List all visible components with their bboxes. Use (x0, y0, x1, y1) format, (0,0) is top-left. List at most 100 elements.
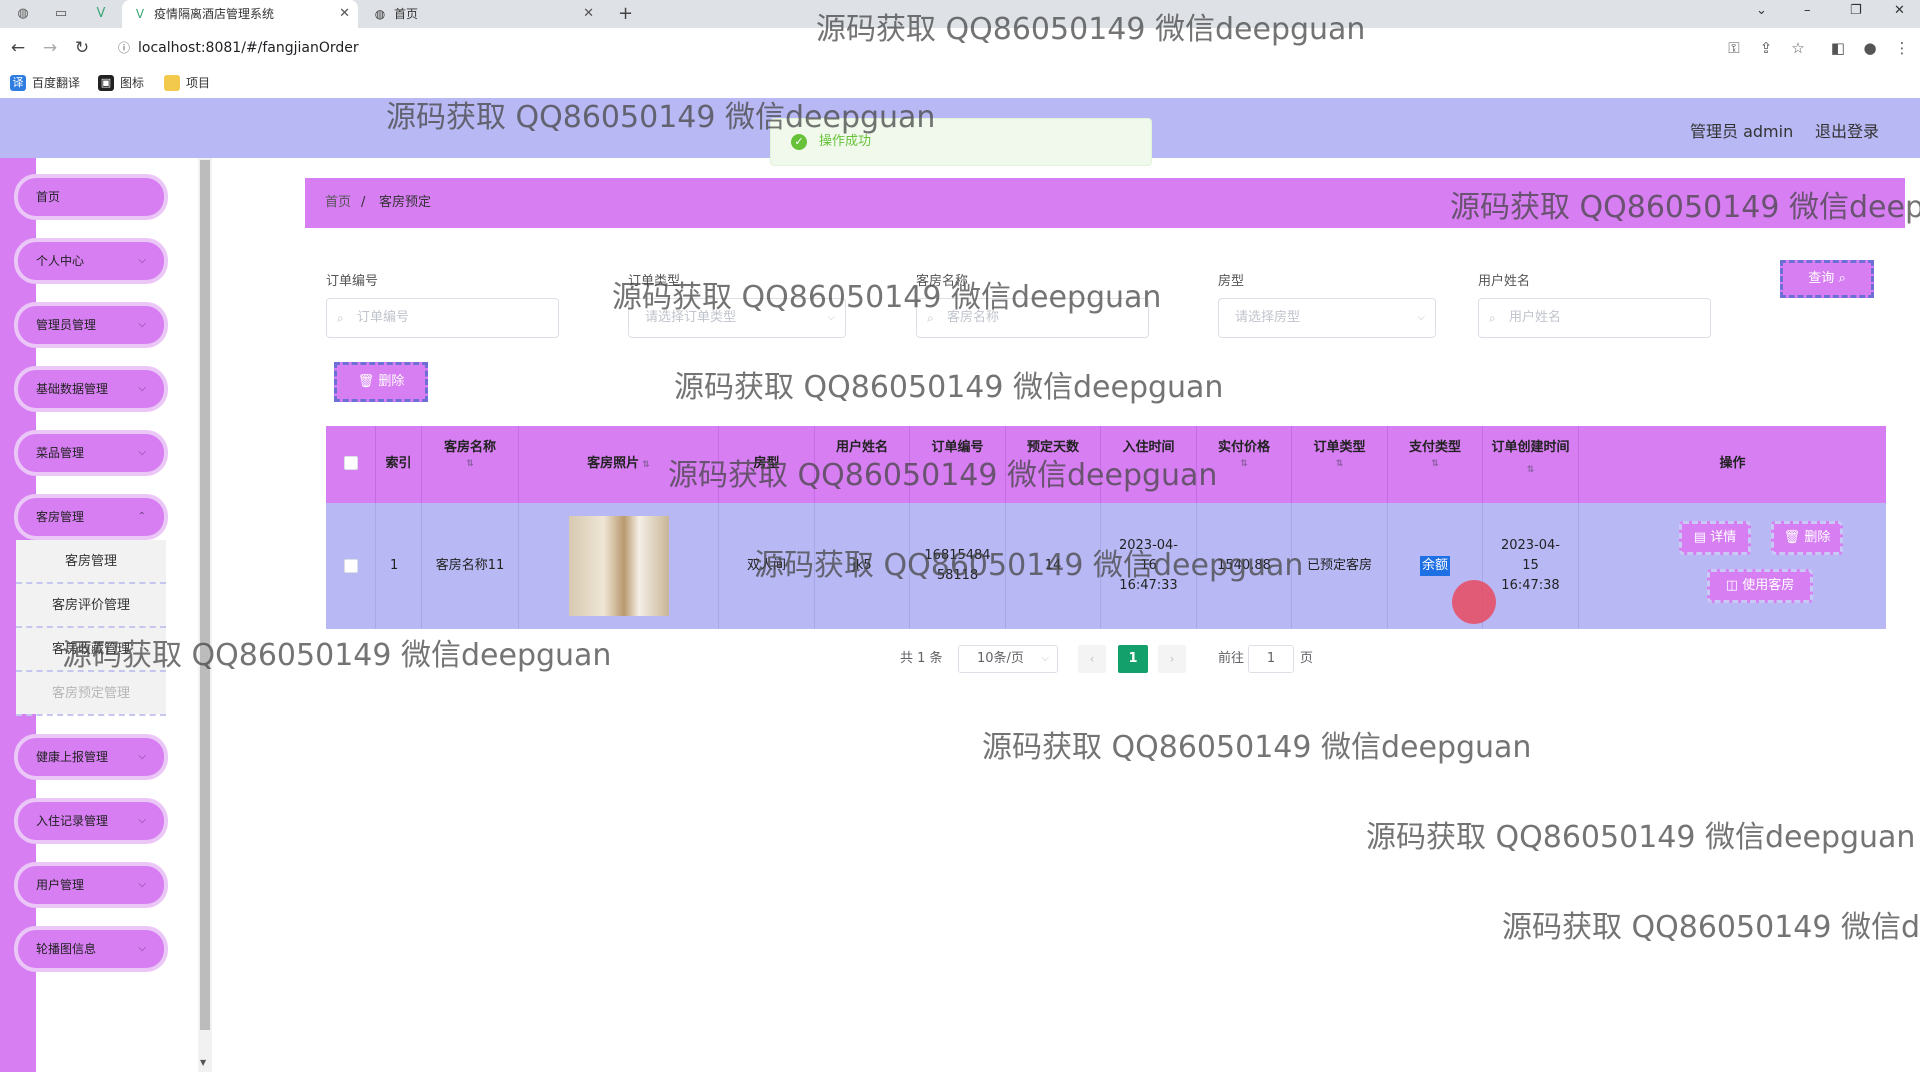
batch-delete-button[interactable]: 🗑︎ 删除 (334, 362, 428, 402)
order-no-input[interactable]: ⌕ 订单编号 (326, 298, 559, 338)
sort-icon[interactable]: ⇅ (1527, 465, 1535, 475)
key-icon[interactable]: ⚿ (1724, 38, 1744, 58)
bookmark-item[interactable]: 项目 (164, 74, 210, 92)
logout-link[interactable]: 退出登录 (1815, 118, 1879, 142)
column-header[interactable]: 订单创建时间 ⇅ (1483, 426, 1579, 503)
use-room-button[interactable]: ◫ 使用客房 (1707, 569, 1813, 603)
room-name-cell: 客房名称11 (422, 503, 519, 629)
user-name-input[interactable]: ⌕ 用户姓名 (1478, 298, 1711, 338)
scroll-down-icon[interactable]: ▼ (200, 1058, 206, 1067)
search-icon: ⌕ (1838, 271, 1846, 286)
sort-icon[interactable]: ⇅ (422, 458, 518, 470)
browser-tab[interactable]: ◍ 首页 ✕ (362, 0, 602, 28)
bookmark-item[interactable]: ▣ 图标 (98, 74, 144, 92)
back-icon[interactable]: ← (6, 36, 30, 60)
prev-page-button[interactable]: ‹ (1078, 645, 1106, 673)
sidebar-item-health[interactable]: 健康上报管理 ⌵ (18, 738, 164, 776)
column-header[interactable]: 支付类型 ⇅ (1388, 426, 1483, 503)
star-icon[interactable]: ☆ (1788, 38, 1808, 58)
goto-prefix: 前往 (1218, 651, 1245, 666)
close-window-icon[interactable]: ✕ (1894, 0, 1905, 22)
sidepanel-icon[interactable]: ◧ (1828, 38, 1848, 58)
site-info-icon[interactable]: ⓘ (118, 34, 130, 62)
index-cell: 1 (376, 503, 422, 629)
column-header[interactable]: 房型 (719, 426, 815, 503)
column-header[interactable]: 客房名称 ⇅ (422, 426, 519, 503)
submenu-item-rooms[interactable]: 客房管理 (16, 540, 166, 584)
profile-icon[interactable]: ● (1860, 38, 1880, 58)
chevron-down-icon: ⌵ (138, 943, 146, 954)
watermark: 源码获取 QQ86050149 微信deepguan (1366, 820, 1916, 855)
column-header[interactable]: 订单类型 ⇅ (1292, 426, 1388, 503)
chevron-up-icon: ⌃ (137, 511, 146, 522)
bookmark-item[interactable]: 译 百度翻译 (10, 74, 80, 92)
submenu-item-room-reviews[interactable]: 客房评价管理 (16, 584, 166, 628)
browser-tab-active[interactable]: V 疫情隔离酒店管理系统 ✕ (122, 0, 358, 28)
rooms-submenu: 客房管理 客房评价管理 客房收藏管理 客房预定管理 (16, 540, 166, 716)
room-photo[interactable] (568, 516, 669, 616)
sidebar-item-carousel[interactable]: 轮播图信息 ⌵ (18, 930, 164, 968)
sort-icon[interactable]: ⇅ (1292, 458, 1387, 470)
success-toast: ✓ 操作成功 (770, 118, 1152, 166)
room-name-input[interactable]: ⌕ 客房名称 (916, 298, 1149, 338)
sort-icon[interactable]: ⇅ (1197, 458, 1291, 470)
close-tab-icon[interactable]: ✕ (583, 0, 594, 28)
page-number[interactable]: 1 (1118, 645, 1148, 673)
tab-search-icon[interactable]: ⌄ (1756, 0, 1767, 22)
order-no-cell: 1681548458118 (910, 503, 1006, 629)
chevron-down-icon: ⌵ (827, 312, 835, 323)
sidebar-item-basic-data[interactable]: 基础数据管理 ⌵ (18, 370, 164, 408)
days-cell: 14 (1006, 503, 1101, 629)
sidebar-item-users[interactable]: 用户管理 ⌵ (18, 866, 164, 904)
column-header[interactable]: 实付价格 ⇅ (1197, 426, 1292, 503)
select-all-checkbox[interactable] (343, 456, 358, 470)
new-tab-button[interactable]: + (618, 0, 633, 28)
sidebar-item-rooms[interactable]: 客房管理 ⌃ (18, 498, 164, 536)
sidebar-item-checkin[interactable]: 入住记录管理 ⌵ (18, 802, 164, 840)
chevron-down-icon: ⌵ (138, 879, 146, 890)
checkin-time-cell: 2023-04-16 16:47:33 (1101, 503, 1197, 629)
chevron-down-icon: ⌵ (138, 815, 146, 826)
pagination-total: 共 1 条 (900, 651, 943, 666)
browser-globe-icon[interactable]: ◍ (14, 5, 32, 23)
reload-icon[interactable]: ↻ (70, 36, 94, 60)
chevron-down-icon: ⌵ (138, 255, 146, 266)
submenu-item-room-favorites[interactable]: 客房收藏管理 (16, 628, 166, 672)
query-button[interactable]: 查询 ⌕ (1780, 260, 1874, 298)
column-header: 操作 (1719, 456, 1746, 471)
close-tab-icon[interactable]: ✕ (339, 0, 350, 28)
goto-page-input[interactable]: 1 (1248, 645, 1294, 673)
page-size-select[interactable]: 10条/页 ⌵ (958, 645, 1058, 673)
sidebar-item-home[interactable]: 首页 (18, 178, 164, 216)
tab-title: 疫情隔离酒店管理系统 (154, 7, 275, 21)
breadcrumb: 首页 / 客房预定 (305, 178, 1905, 228)
submenu-item-room-orders[interactable]: 客房预定管理 (16, 672, 166, 716)
breadcrumb-home[interactable]: 首页 (325, 178, 351, 228)
table-header: 索引 客房名称 ⇅ 客房照片 ⇅ 房型 用户姓名 订单编号 预定天数 入住时间 实… (326, 426, 1886, 503)
room-type-select[interactable]: 请选择房型 ⌵ (1218, 298, 1436, 338)
watermark: 源码获取 QQ86050149 微信deepguan (1502, 910, 1920, 945)
sort-icon[interactable]: ⇅ (639, 460, 650, 470)
row-checkbox[interactable] (343, 559, 358, 573)
column-header[interactable]: 客房照片 ⇅ (519, 426, 719, 503)
forward-icon[interactable]: → (38, 36, 62, 60)
sidebar-scrollbar-thumb[interactable] (200, 160, 210, 1030)
vue-logo-icon[interactable]: V (92, 5, 110, 23)
order-type-select[interactable]: 请选择订单类型 ⌵ (628, 298, 846, 338)
sort-icon[interactable]: ⇅ (1388, 458, 1482, 470)
check-circle-icon: ✓ (791, 134, 807, 150)
detail-button[interactable]: ▤ 详情 (1679, 521, 1751, 555)
chevron-down-icon: ⌵ (1041, 653, 1049, 664)
restore-icon[interactable]: ❐ (1850, 0, 1862, 22)
next-page-button[interactable]: › (1158, 645, 1186, 673)
delete-button[interactable]: 🗑︎ 删除 (1771, 521, 1843, 555)
share-icon[interactable]: ⇪ (1756, 38, 1776, 58)
sidebar-item-dishes[interactable]: 菜品管理 ⌵ (18, 434, 164, 472)
url-field[interactable]: ⓘ localhost:8081/#/fangjianOrder (112, 34, 1712, 62)
browser-blank-tab-icon[interactable]: ▭ (52, 5, 70, 23)
chevron-down-icon: ⌵ (138, 383, 146, 394)
minimize-icon[interactable]: – (1804, 0, 1811, 22)
menu-icon[interactable]: ⋮ (1892, 38, 1912, 58)
sidebar-item-admins[interactable]: 管理员管理 ⌵ (18, 306, 164, 344)
sidebar-item-profile[interactable]: 个人中心 ⌵ (18, 242, 164, 280)
